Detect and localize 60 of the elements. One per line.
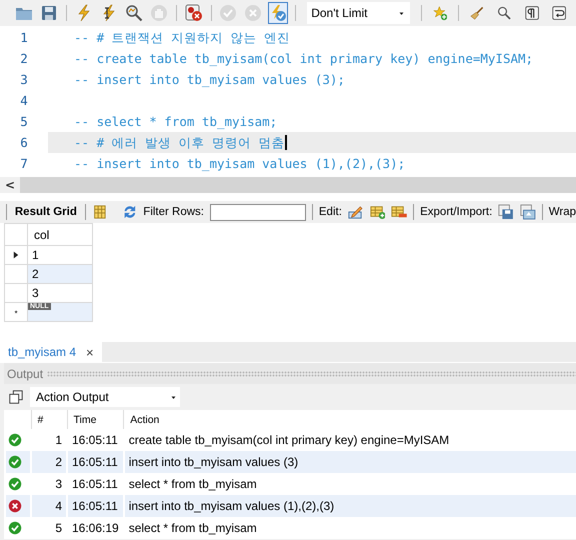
table-cell: 4: [31, 495, 67, 517]
line-number: 1: [19, 30, 29, 45]
table-cell: 5: [31, 517, 67, 539]
magnifier-icon: [124, 4, 143, 22]
export-import-label: Export/Import:: [420, 206, 492, 218]
refresh-icon[interactable]: [122, 203, 138, 221]
table-cell: 16:05:11: [67, 451, 124, 473]
cancel-icon: [244, 4, 262, 22]
table-cell: 16:06:19: [67, 517, 124, 539]
output-type-dropdown[interactable]: Action Output: [30, 387, 180, 407]
grid-columns-icon[interactable]: [92, 203, 108, 221]
table-cell: insert into tb_myisam values (1),(2),(3): [124, 495, 576, 517]
code-line: -- insert into tb_myisam values (3);: [74, 72, 345, 87]
line-number: 4: [19, 93, 29, 108]
line-number: 5: [19, 114, 29, 129]
star-add-icon[interactable]: [432, 4, 448, 22]
check-icon: [219, 4, 238, 22]
column-header[interactable]: Action: [124, 410, 576, 429]
line-number: 7: [19, 156, 29, 171]
export-icon[interactable]: [498, 203, 514, 221]
result-tab[interactable]: tb_myisam 4 ×: [0, 342, 102, 362]
broom-icon[interactable]: [470, 4, 484, 22]
code-line: -- # 트랜잭션 지원하지 않는 엔진: [74, 30, 290, 45]
table-cell: select * from tb_myisam: [124, 517, 576, 539]
search-icon[interactable]: [497, 4, 512, 22]
scroll-left-button[interactable]: <: [0, 177, 20, 193]
new-row-marker: *: [14, 309, 18, 318]
paragraph-icon[interactable]: [524, 4, 539, 22]
filter-rows-label: Filter Rows:: [143, 206, 204, 218]
line-number: 6: [19, 135, 29, 150]
import-icon[interactable]: [520, 203, 536, 221]
column-header[interactable]: col: [28, 224, 92, 246]
wrap-icon[interactable]: [552, 4, 566, 22]
hand-icon: [150, 4, 168, 22]
autocommit-button[interactable]: [268, 2, 288, 24]
code-line: -- # 에러 발생 이후 명령어 멈춤: [74, 135, 287, 150]
column-header[interactable]: Time: [67, 410, 124, 429]
filter-rows-field[interactable]: [210, 204, 306, 220]
limit-dropdown[interactable]: Don't Limit: [307, 2, 410, 24]
save-icon: [40, 4, 58, 22]
edit-label: Edit:: [318, 206, 342, 218]
close-icon[interactable]: ×: [86, 344, 94, 360]
code-line: -- insert into tb_myisam values (1),(2),(3);: [74, 156, 406, 171]
table-cell: 2: [28, 264, 92, 284]
code-line: -- select * from tb_myisam;: [74, 114, 278, 129]
line-number: 2: [19, 51, 29, 66]
copy-icon[interactable]: [8, 389, 24, 405]
table-cell: 16:05:11: [67, 495, 124, 517]
row-pointer-icon: [11, 250, 21, 260]
table-cell: 2: [31, 451, 67, 473]
line-number: 3: [19, 72, 29, 87]
wrap-label: Wrap: [548, 206, 576, 218]
autocommit-icon: [269, 4, 288, 22]
result-grid-tab[interactable]: Result Grid: [12, 206, 79, 218]
column-header[interactable]: #: [31, 410, 67, 429]
stop-on-error-icon: [184, 4, 203, 22]
table-cell: insert into tb_myisam values (3): [124, 451, 576, 473]
code-line: -- create table tb_myisam(col int primary key) engine=MyISAM;: [74, 51, 534, 66]
panel-title: Output: [7, 366, 44, 380]
stop-on-error-button[interactable]: [184, 2, 204, 24]
